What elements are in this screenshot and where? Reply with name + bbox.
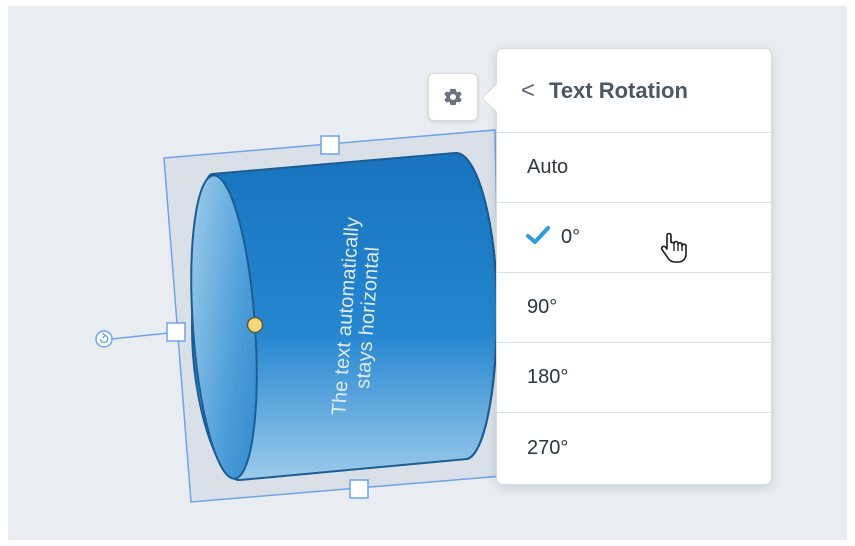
rotate-icon[interactable] xyxy=(95,330,113,348)
resize-handle-left[interactable] xyxy=(166,322,186,342)
option-0-degrees[interactable]: 0° xyxy=(497,203,771,273)
checkmark-icon xyxy=(525,225,551,251)
option-180-degrees[interactable]: 180° xyxy=(497,343,771,413)
connection-point[interactable] xyxy=(246,316,264,334)
option-90-degrees[interactable]: 90° xyxy=(497,273,771,343)
option-270-degrees[interactable]: 270° xyxy=(497,413,771,483)
option-label: Auto xyxy=(527,156,569,178)
option-label: 90° xyxy=(527,296,558,318)
panel-title: Text Rotation xyxy=(549,77,688,103)
resize-handle-top[interactable] xyxy=(320,135,340,155)
popover-arrow xyxy=(483,84,497,112)
option-label: 0° xyxy=(561,226,581,248)
resize-handle-bottom[interactable] xyxy=(349,479,369,499)
panel-back-button[interactable]: < Text Rotation xyxy=(497,49,771,133)
gear-icon xyxy=(444,88,462,106)
chevron-left-icon: < xyxy=(521,76,536,104)
text-rotation-panel: < Text Rotation Auto 0° 90° 180° 270° xyxy=(496,48,772,485)
rotation-handle-line xyxy=(111,332,169,340)
option-label: 180° xyxy=(527,366,569,388)
hand-pointer-cursor-icon xyxy=(660,232,687,263)
option-label: 270° xyxy=(527,436,569,459)
settings-button[interactable] xyxy=(428,73,478,121)
option-auto[interactable]: Auto xyxy=(497,133,771,203)
